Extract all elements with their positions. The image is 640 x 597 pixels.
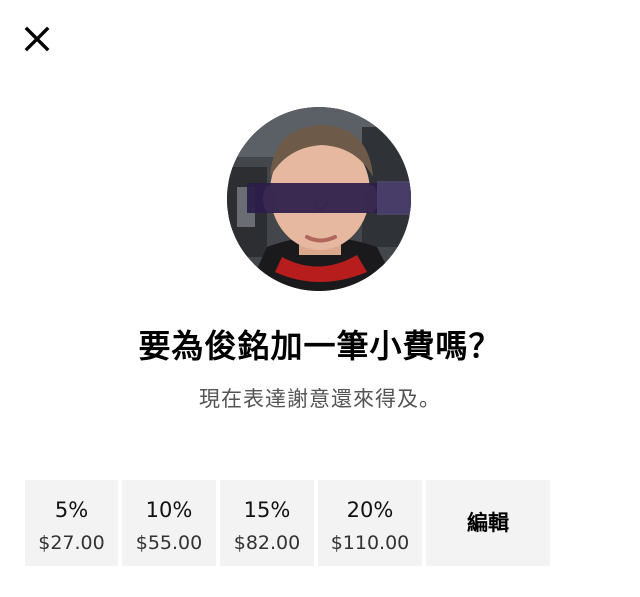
close-button[interactable] (22, 24, 52, 54)
page-title: 要為俊銘加一筆小費嗎？ (138, 327, 502, 365)
tip-amount: $82.00 (233, 532, 301, 554)
driver-avatar (227, 107, 411, 291)
tip-percent: 20% (346, 498, 394, 522)
tip-screen: 要為俊銘加一筆小費嗎？ 現在表達謝意還來得及。 5% $27.00 10% $5… (0, 0, 640, 597)
tip-option-10[interactable]: 10% $55.00 (122, 480, 216, 566)
close-icon (24, 26, 50, 52)
page-subtitle: 現在表達謝意還來得及。 (199, 387, 441, 411)
tip-option-15[interactable]: 15% $82.00 (220, 480, 314, 566)
edit-tip-button[interactable]: 編輯 (426, 480, 550, 566)
tip-option-5[interactable]: 5% $27.00 (25, 480, 118, 566)
tip-percent: 10% (145, 498, 193, 522)
tip-amount: $55.00 (135, 532, 203, 554)
tip-percent: 5% (54, 498, 89, 522)
tip-option-20[interactable]: 20% $110.00 (318, 480, 422, 566)
tip-amount: $27.00 (38, 532, 105, 554)
edit-label: 編輯 (467, 511, 509, 535)
tip-amount: $110.00 (330, 532, 410, 554)
tip-percent: 15% (243, 498, 291, 522)
